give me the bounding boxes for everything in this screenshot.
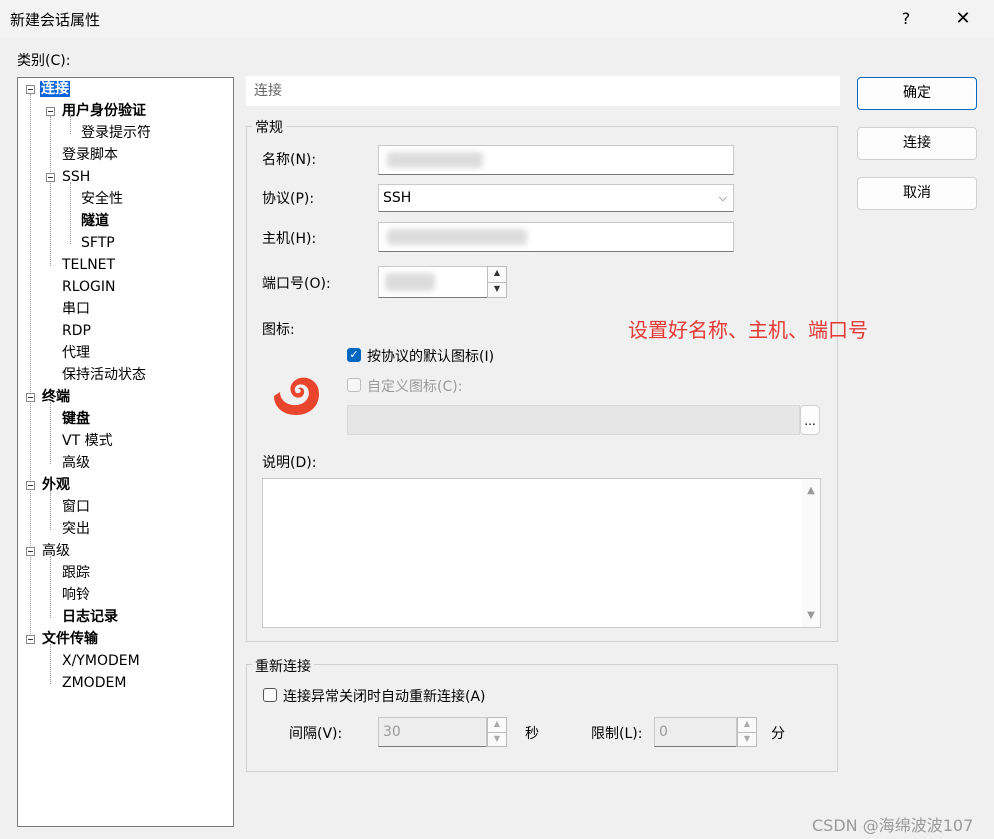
name-label: 名称(N): xyxy=(262,152,317,168)
close-button[interactable]: ✕ xyxy=(950,6,976,32)
annotation-text: 设置好名称、主机、端口号 xyxy=(628,318,868,342)
port-label: 端口号(O): xyxy=(262,276,331,292)
auto-reconnect-label: 连接异常关闭时自动重新连接(A) xyxy=(283,689,486,705)
tree-item-ssh[interactable]: SSH xyxy=(62,168,90,186)
scroll-up-icon[interactable]: ▲ xyxy=(802,485,820,496)
tree-item-tunnel[interactable]: 隧道 xyxy=(81,212,109,230)
collapse-icon[interactable] xyxy=(26,547,35,556)
tree-item-login-script[interactable]: 登录脚本 xyxy=(62,146,118,164)
browse-button[interactable]: ... xyxy=(800,405,820,435)
port-spinner[interactable]: ▲ ▼ xyxy=(487,266,507,298)
name-field[interactable] xyxy=(378,145,734,175)
watermark: CSDN @海绵波波107 xyxy=(812,816,974,835)
spin-up-icon[interactable]: ▲ xyxy=(488,718,506,732)
limit-spinner[interactable]: ▲ ▼ xyxy=(737,717,757,747)
tree-item-appearance[interactable]: 外观 xyxy=(42,476,70,494)
spin-down-icon[interactable]: ▼ xyxy=(488,732,506,746)
spin-up-icon[interactable]: ▲ xyxy=(738,718,756,732)
limit-label: 限制(L): xyxy=(591,726,643,742)
tree-item-file-transfer[interactable]: 文件传输 xyxy=(42,630,98,648)
protocol-value: SSH xyxy=(383,190,412,206)
tree-item-advanced[interactable]: 高级 xyxy=(42,542,70,560)
tree-item-window[interactable]: 窗口 xyxy=(62,498,90,516)
help-button[interactable]: ? xyxy=(893,6,919,32)
spin-down-icon[interactable]: ▼ xyxy=(738,732,756,746)
interval-spinner[interactable]: ▲ ▼ xyxy=(487,717,507,747)
custom-icon-checkbox[interactable] xyxy=(347,378,361,392)
protocol-label: 协议(P): xyxy=(262,191,315,207)
port-field[interactable] xyxy=(378,266,488,298)
tree-item-highlight[interactable]: 突出 xyxy=(62,520,90,538)
tree-item-trace[interactable]: 跟踪 xyxy=(62,564,90,582)
tree-item-keepalive[interactable]: 保持活动状态 xyxy=(62,366,146,384)
tree-item-auth[interactable]: 用户身份验证 xyxy=(62,102,146,120)
spin-down-icon[interactable]: ▼ xyxy=(488,282,506,297)
general-legend: 常规 xyxy=(252,117,286,137)
tree-item-security[interactable]: 安全性 xyxy=(81,190,123,208)
tree-item-serial[interactable]: 串口 xyxy=(62,300,90,318)
description-label: 说明(D): xyxy=(262,455,317,471)
tree-item-keyboard[interactable]: 键盘 xyxy=(62,410,90,428)
collapse-icon[interactable] xyxy=(26,635,35,644)
protocol-select[interactable]: SSH ⌵ xyxy=(378,184,734,212)
ok-button[interactable]: 确定 xyxy=(857,77,977,110)
tree-item-telnet[interactable]: TELNET xyxy=(62,256,115,274)
tree-item-connection[interactable]: 连接 xyxy=(40,80,70,98)
category-tree[interactable]: 连接 用户身份验证 登录提示符 登录脚本 SSH 安全性 隧道 SFTP TEL… xyxy=(17,77,234,827)
category-label: 类别(C): xyxy=(17,53,71,69)
host-field[interactable] xyxy=(378,222,734,252)
session-icon xyxy=(270,374,322,416)
spin-up-icon[interactable]: ▲ xyxy=(488,267,506,282)
tree-item-terminal[interactable]: 终端 xyxy=(42,388,70,406)
connect-button[interactable]: 连接 xyxy=(857,127,977,160)
seconds-label: 秒 xyxy=(525,726,539,742)
title-bar xyxy=(0,0,994,38)
tree-item-proxy[interactable]: 代理 xyxy=(62,344,90,362)
custom-icon-path[interactable] xyxy=(347,405,800,435)
tree-item-rlogin[interactable]: RLOGIN xyxy=(62,278,116,296)
default-icon-label: 按协议的默认图标(I) xyxy=(367,349,495,365)
tree-item-bell[interactable]: 响铃 xyxy=(62,586,90,604)
tree-item-terminal-advanced[interactable]: 高级 xyxy=(62,454,90,472)
collapse-icon[interactable] xyxy=(46,107,55,116)
chevron-down-icon: ⌵ xyxy=(718,191,727,204)
custom-icon-label: 自定义图标(C): xyxy=(367,379,463,395)
auto-reconnect-checkbox[interactable] xyxy=(263,688,277,702)
tree-item-logging[interactable]: 日志记录 xyxy=(62,608,118,626)
tree-item-rdp[interactable]: RDP xyxy=(62,322,91,340)
limit-field[interactable]: 0 xyxy=(654,717,737,747)
interval-label: 间隔(V): xyxy=(289,726,343,742)
collapse-icon[interactable] xyxy=(26,85,35,94)
scroll-down-icon[interactable]: ▼ xyxy=(802,610,820,621)
icon-label: 图标: xyxy=(262,322,295,338)
description-field[interactable]: ▲ ▼ xyxy=(262,478,821,628)
tree-item-zmodem[interactable]: ZMODEM xyxy=(62,674,126,692)
window-title: 新建会话属性 xyxy=(10,11,101,29)
minutes-label: 分 xyxy=(771,726,785,742)
breadcrumb: 连接 xyxy=(246,76,840,106)
interval-field[interactable]: 30 xyxy=(378,717,487,747)
default-icon-checkbox[interactable]: ✓ xyxy=(347,348,361,362)
cancel-button[interactable]: 取消 xyxy=(857,177,977,210)
collapse-icon[interactable] xyxy=(26,481,35,490)
tree-item-sftp[interactable]: SFTP xyxy=(81,234,115,252)
reconnect-legend: 重新连接 xyxy=(252,656,314,676)
tree-item-vt-mode[interactable]: VT 模式 xyxy=(62,432,113,450)
host-label: 主机(H): xyxy=(262,231,317,247)
tree-item-login-prompt[interactable]: 登录提示符 xyxy=(81,124,151,142)
collapse-icon[interactable] xyxy=(46,173,55,182)
description-scrollbar[interactable]: ▲ ▼ xyxy=(802,479,820,627)
tree-item-xymodem[interactable]: X/YMODEM xyxy=(62,652,140,670)
collapse-icon[interactable] xyxy=(26,393,35,402)
